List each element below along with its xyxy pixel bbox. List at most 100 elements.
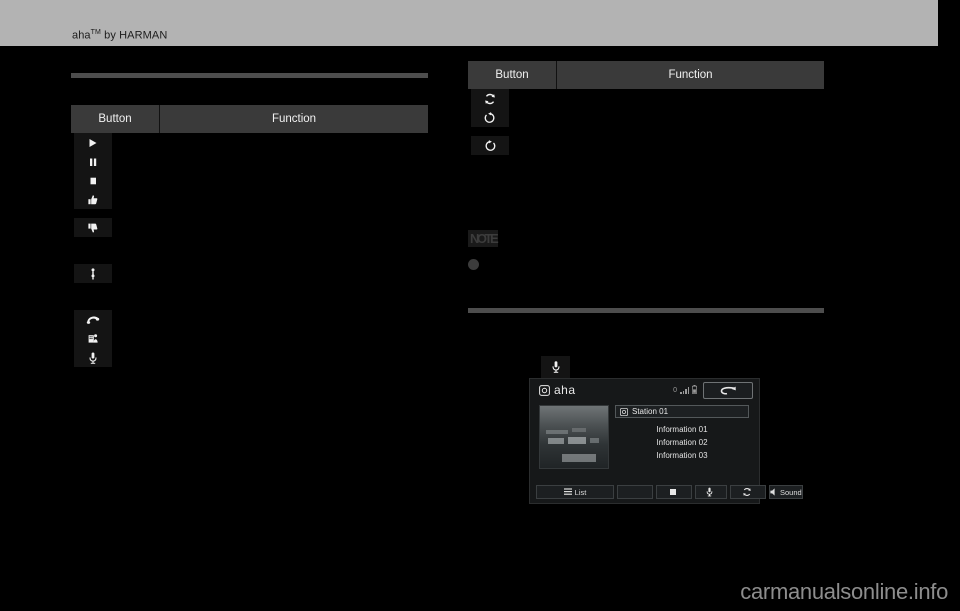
button-cell <box>71 133 160 152</box>
stop-icon <box>669 489 676 495</box>
function-cell <box>159 310 428 329</box>
section-divider-right <box>468 308 824 313</box>
column-header-button: Button <box>71 105 160 133</box>
note-title: NOTE <box>468 230 499 247</box>
station-name: Station 01 <box>632 407 669 416</box>
list-button[interactable]: List <box>536 485 614 499</box>
table-header-row: Button Function <box>71 105 428 133</box>
function-cell <box>159 348 428 367</box>
note-block: NOTE <box>468 230 824 270</box>
page-title: ahaTM by HARMAN <box>72 29 167 42</box>
button-cell <box>71 310 160 329</box>
section-divider-left <box>71 73 428 78</box>
information-line: Information 02 <box>656 438 708 447</box>
play-icon[interactable] <box>74 133 112 152</box>
trademark-mark: TM <box>90 29 101 36</box>
table-row <box>71 218 428 264</box>
table-row <box>71 133 428 152</box>
aha-logo: aha <box>539 383 576 397</box>
table-row <box>71 190 428 218</box>
stop-icon[interactable] <box>74 171 112 190</box>
function-cell <box>159 152 428 171</box>
information-line: Information 03 <box>656 451 708 460</box>
share-person-icon[interactable] <box>74 329 112 348</box>
button-cell <box>71 190 160 218</box>
page-title-rest: by HARMAN <box>100 29 168 42</box>
function-cell <box>159 264 428 310</box>
function-cell <box>556 89 824 108</box>
sync-button[interactable] <box>730 485 766 499</box>
album-artwork <box>539 405 609 469</box>
speaker-icon <box>770 488 775 496</box>
table-row <box>71 310 428 329</box>
column-header-button: Button <box>468 61 557 89</box>
table-row <box>71 348 428 367</box>
button-cell <box>71 152 160 171</box>
station-field[interactable]: Station 01 <box>615 405 749 418</box>
page-title-main: aha <box>72 29 91 42</box>
function-cell <box>556 136 824 155</box>
button-function-table-left: Button Function <box>71 105 428 367</box>
information-line: Information 01 <box>656 425 708 434</box>
button-cell <box>468 136 557 155</box>
forward-clockwise-icon[interactable] <box>471 136 509 155</box>
table-row <box>71 329 428 348</box>
function-cell <box>556 108 824 136</box>
mic-button[interactable] <box>695 485 727 499</box>
phone-handset-icon[interactable] <box>74 310 112 329</box>
table-header-row: Button Function <box>468 61 824 89</box>
table-row <box>468 136 824 155</box>
note-bullet-item <box>468 258 824 270</box>
battery-icon <box>692 385 697 396</box>
button-cell <box>71 348 160 367</box>
table-row <box>468 89 824 108</box>
stop-button[interactable] <box>656 485 692 499</box>
back-button[interactable] <box>703 382 753 399</box>
head-unit-screen: aha 0 Station 01 Information 01 Informat… <box>529 378 803 504</box>
head-unit-top-bar: aha 0 <box>530 379 759 401</box>
aha-mark-icon <box>539 384 550 396</box>
head-unit-illustration: aha 0 Station 01 Information 01 Informat… <box>529 356 803 504</box>
thumbs-up-icon[interactable] <box>74 190 112 209</box>
microphone-icon[interactable] <box>74 348 112 367</box>
pause-icon[interactable] <box>74 152 112 171</box>
aha-logo-text: aha <box>554 383 576 397</box>
button-cell <box>71 218 160 264</box>
function-cell <box>159 218 428 264</box>
blank-button[interactable] <box>617 485 653 499</box>
function-cell <box>159 133 428 152</box>
head-unit-status: 0 <box>673 385 697 396</box>
table-row <box>71 264 428 310</box>
button-cell <box>71 171 160 190</box>
column-header-function: Function <box>556 61 824 89</box>
signal-bars-icon <box>680 387 689 394</box>
footer-watermark: carmanualsonline.info <box>740 579 948 604</box>
refresh-sync-icon[interactable] <box>471 89 509 108</box>
microphone-icon <box>706 487 713 497</box>
button-cell <box>468 89 557 108</box>
microphone-icon <box>551 360 561 379</box>
signal-count: 0 <box>673 387 677 394</box>
column-header-function: Function <box>159 105 428 133</box>
sound-button[interactable]: Sound <box>769 485 803 499</box>
table-row <box>71 171 428 190</box>
button-cell <box>71 329 160 348</box>
function-cell <box>159 329 428 348</box>
function-cell <box>159 171 428 190</box>
function-cell <box>159 190 428 218</box>
refresh-sync-icon <box>742 488 751 496</box>
head-unit-bottom-bar: List Sound <box>536 485 803 499</box>
button-cell <box>71 264 160 310</box>
pin-location-icon[interactable] <box>74 264 112 283</box>
list-icon <box>563 488 572 495</box>
station-mark-icon <box>620 407 628 416</box>
information-list: Information 01 Information 02 Informatio… <box>615 423 749 462</box>
table-row <box>468 108 824 136</box>
button-cell <box>468 108 557 136</box>
rewind-counterclockwise-icon[interactable] <box>471 108 509 127</box>
back-arrow-icon <box>720 386 736 395</box>
thumbs-down-icon[interactable] <box>74 218 112 237</box>
table-row <box>71 152 428 171</box>
button-function-table-right: Button Function <box>468 61 824 155</box>
sound-button-label: Sound <box>780 487 802 497</box>
